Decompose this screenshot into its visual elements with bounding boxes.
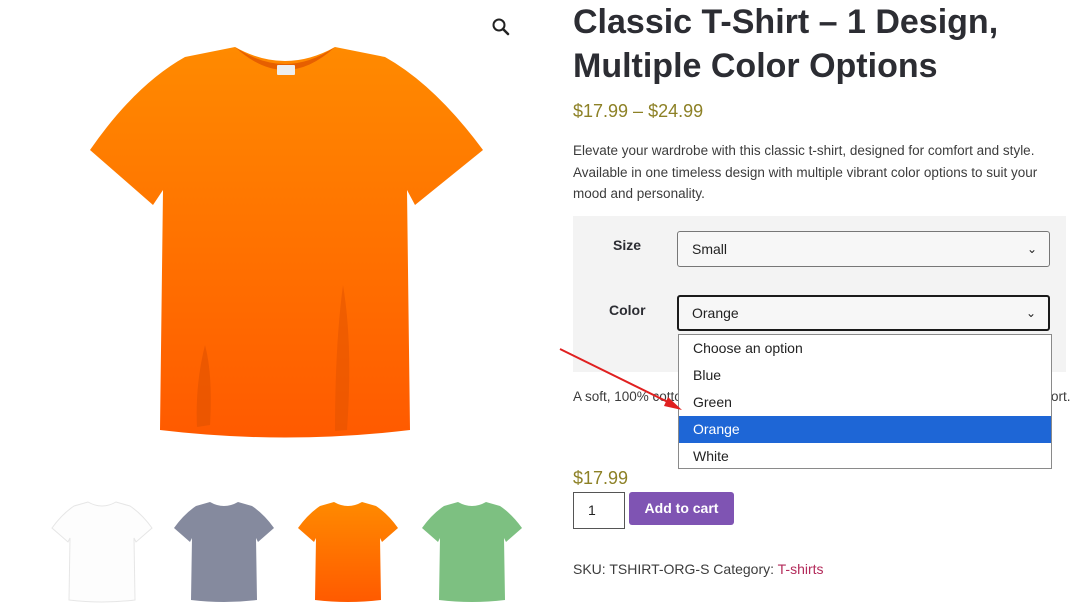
add-to-cart-button[interactable]: Add to cart [629, 492, 734, 525]
size-select-value: Small [692, 241, 728, 257]
thumbnail-strip [50, 496, 530, 606]
thumbnail-orange[interactable] [296, 496, 400, 604]
color-select-value: Orange [692, 305, 739, 321]
product-description: Elevate your wardrobe with this classic … [573, 143, 1038, 201]
thumbnail-white[interactable] [50, 496, 154, 604]
chevron-down-icon: ⌄ [1026, 242, 1037, 256]
magnifier-icon[interactable] [490, 16, 512, 38]
product-title: Classic T-Shirt – 1 Design, Multiple Col… [573, 3, 999, 85]
color-label: Color [609, 302, 646, 318]
color-option-blue[interactable]: Blue [679, 362, 1051, 389]
price-range: $17.99 – $24.99 [573, 101, 704, 121]
category-link[interactable]: T-shirts [778, 561, 824, 577]
quantity-input[interactable]: 1 [573, 492, 625, 529]
sku-value: TSHIRT-ORG-S [609, 561, 710, 577]
color-option-white[interactable]: White [679, 443, 1051, 470]
product-gallery [0, 0, 540, 609]
color-option-choose[interactable]: Choose an option [679, 335, 1051, 362]
thumbnail-green[interactable] [420, 496, 524, 604]
product-meta: SKU: TSHIRT-ORG-S Category: T-shirts [573, 561, 824, 577]
variation-price: $17.99 [573, 468, 629, 488]
size-select[interactable]: Small ⌄ [677, 231, 1050, 267]
chevron-down-icon: ⌄ [1025, 306, 1036, 320]
color-dropdown-list[interactable]: Choose an option Blue Green Orange White [678, 334, 1052, 469]
main-product-image[interactable] [85, 45, 485, 440]
category-label: Category: [713, 561, 774, 577]
color-option-green[interactable]: Green [679, 389, 1051, 416]
color-option-orange[interactable]: Orange [679, 416, 1051, 443]
sku-label: SKU: [573, 561, 606, 577]
size-label: Size [613, 237, 642, 253]
color-select[interactable]: Orange ⌄ [677, 295, 1050, 331]
thumbnail-gray[interactable] [172, 496, 276, 604]
